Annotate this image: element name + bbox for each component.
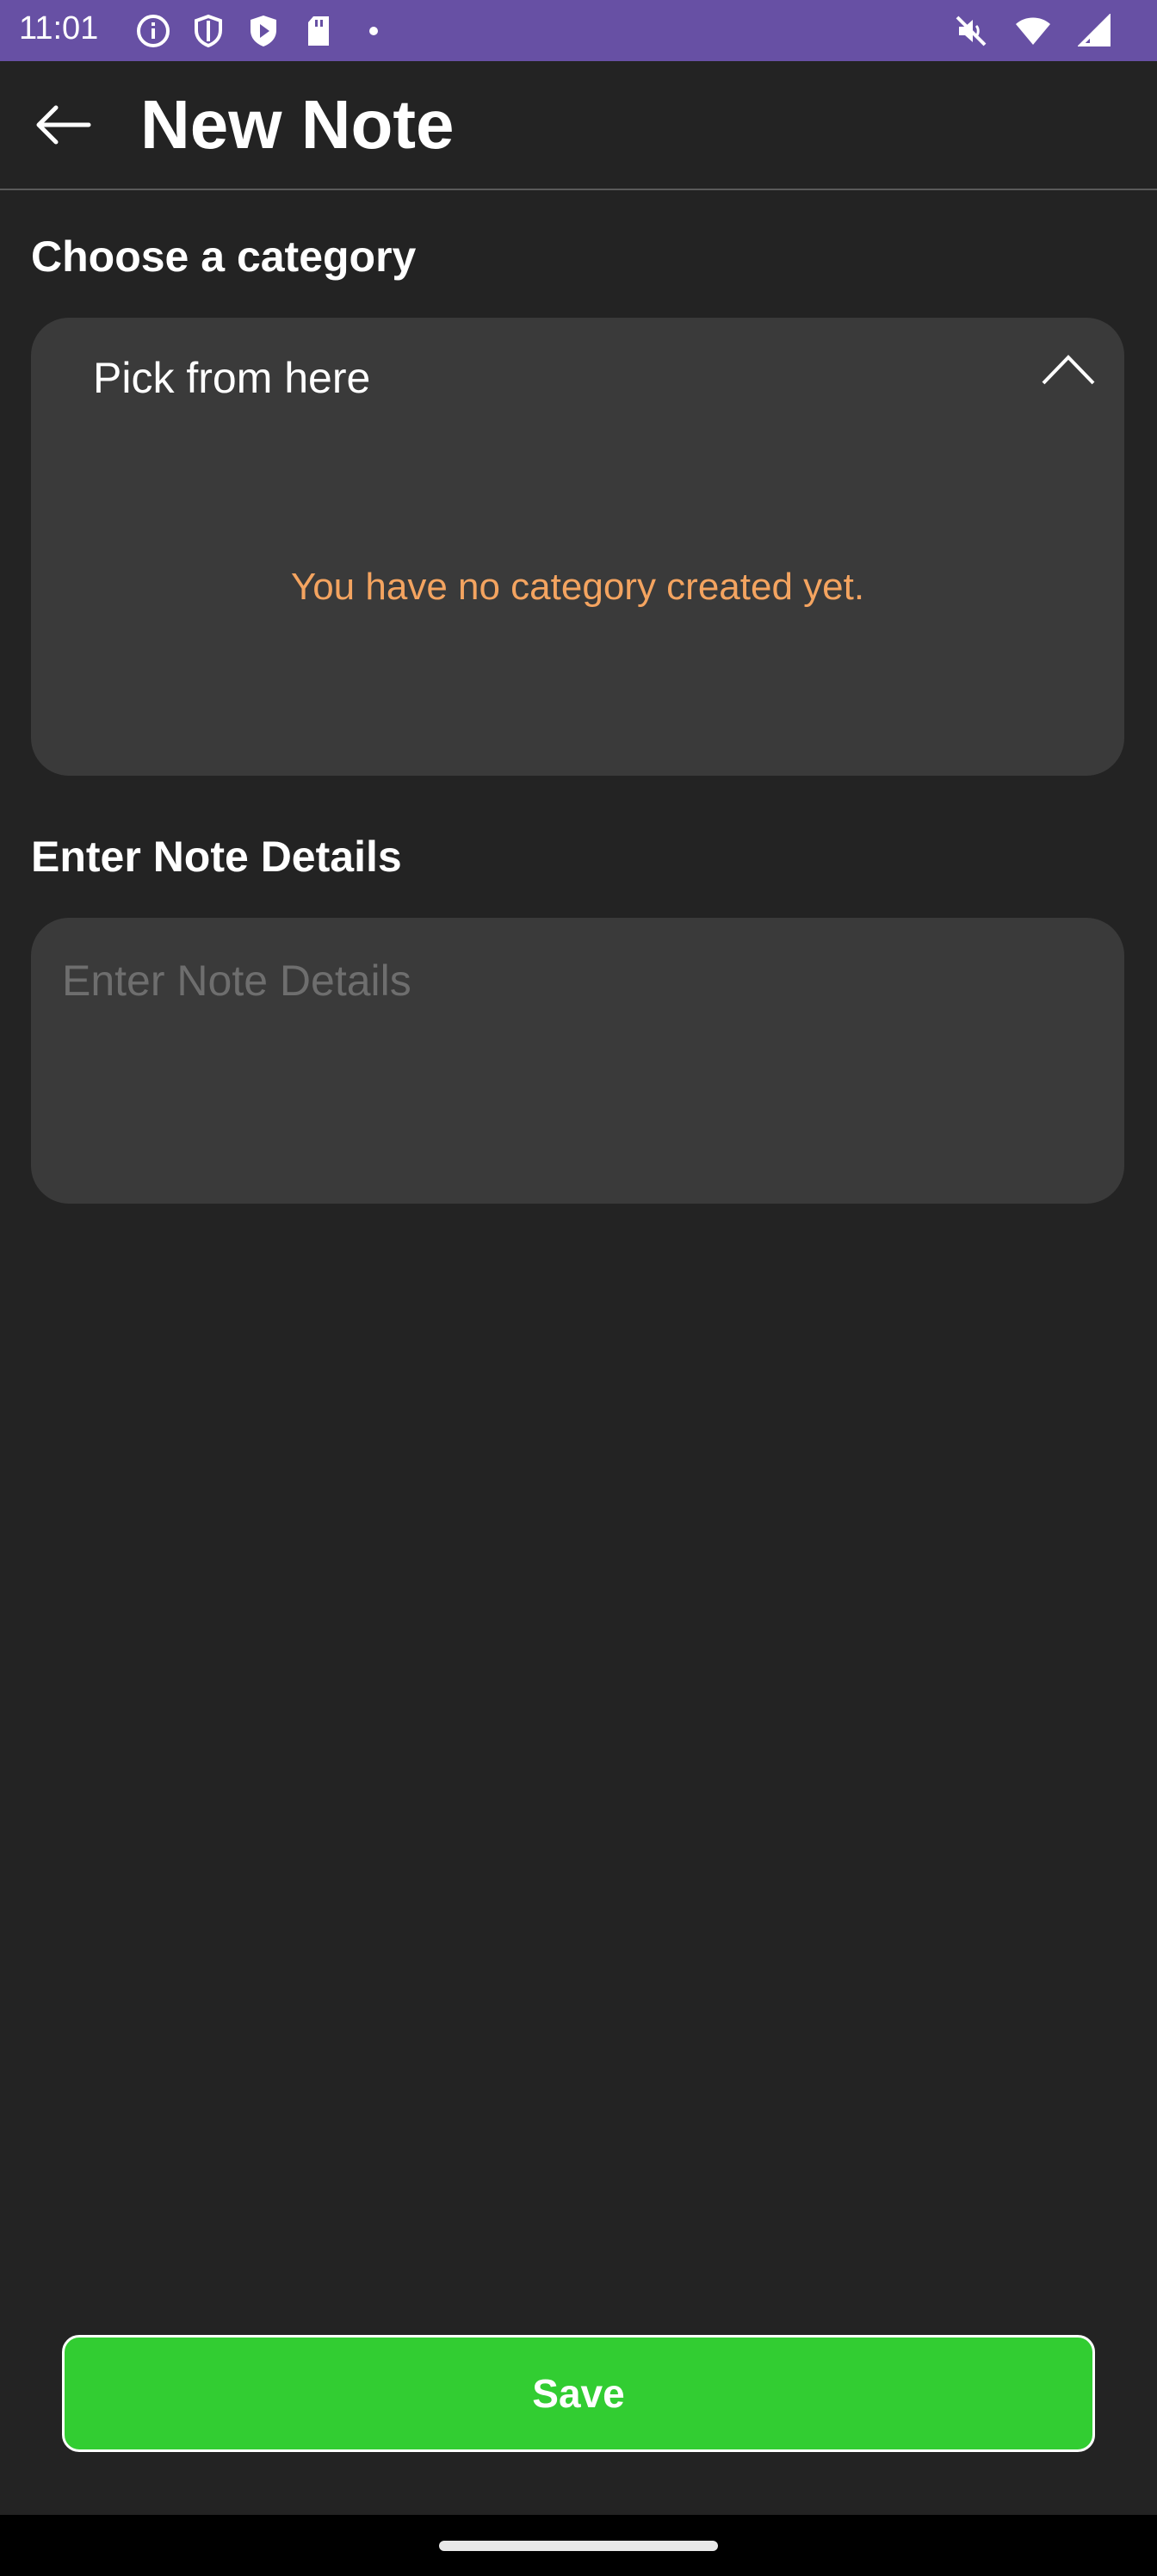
sd-card-icon xyxy=(300,12,337,50)
back-button[interactable] xyxy=(21,94,103,156)
home-indicator[interactable] xyxy=(439,2541,718,2551)
mute-icon xyxy=(952,12,990,50)
empty-category-message: You have no category created yet. xyxy=(290,566,865,608)
info-icon xyxy=(134,12,172,50)
note-details-label: Enter Note Details xyxy=(31,833,402,881)
status-time: 11:01 xyxy=(19,10,99,46)
status-icons-left xyxy=(134,12,393,50)
category-dropdown-value: Pick from here xyxy=(93,354,371,402)
status-bar: 11:01 xyxy=(0,0,1157,61)
play-shield-icon xyxy=(244,12,282,50)
navigation-bar xyxy=(0,2515,1157,2576)
status-icons-right xyxy=(952,12,1114,50)
shield-icon xyxy=(189,12,227,50)
signal-icon xyxy=(1076,12,1114,50)
app-bar: New Note xyxy=(0,61,1157,190)
chevron-up-icon[interactable] xyxy=(1040,352,1097,387)
notification-dot-icon xyxy=(355,12,393,50)
category-label: Choose a category xyxy=(31,232,417,281)
category-dropdown-header[interactable]: Pick from here xyxy=(31,318,1124,438)
note-details-input[interactable] xyxy=(31,918,1124,1204)
wifi-icon xyxy=(1014,12,1052,50)
arrow-left-icon xyxy=(36,105,91,145)
page-title: New Note xyxy=(140,86,455,163)
category-dropdown: Pick from here You have no category crea… xyxy=(31,318,1124,776)
save-button[interactable]: Save xyxy=(62,2335,1095,2452)
